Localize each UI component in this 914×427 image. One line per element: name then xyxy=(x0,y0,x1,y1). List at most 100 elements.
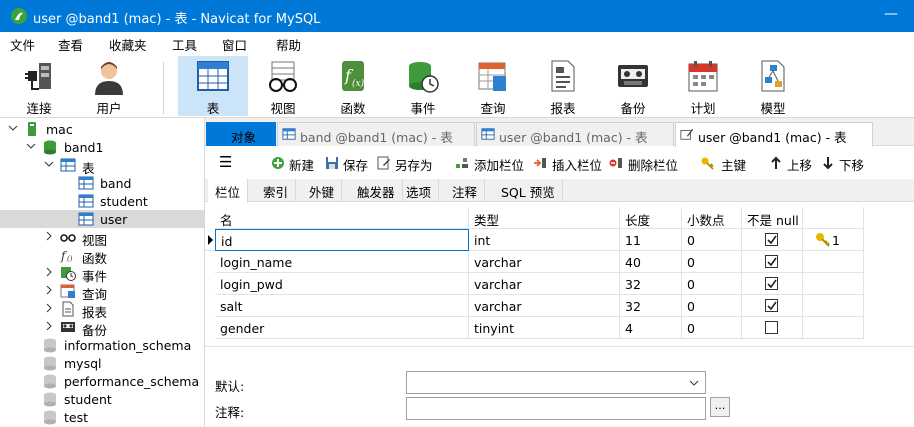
chevron-right-icon[interactable] xyxy=(44,267,54,277)
tree-table-user[interactable]: user xyxy=(0,210,204,228)
field-name-cell[interactable]: gender xyxy=(215,317,469,339)
insert-column-button[interactable]: 插入栏位 xyxy=(533,155,605,173)
toolbar-function-button[interactable]: f (x) 函数 xyxy=(318,56,388,116)
tab-user-design-active[interactable]: user @band1 (mac) - 表 xyxy=(675,122,873,147)
menu-tools[interactable]: 工具 xyxy=(172,35,197,54)
field-type-cell[interactable]: varchar xyxy=(469,295,620,317)
menu-view[interactable]: 查看 xyxy=(58,35,83,54)
toolbar-view-button[interactable]: 视图 xyxy=(248,56,318,116)
delete-column-button[interactable]: 删除栏位 xyxy=(609,155,685,173)
tree-folder-events[interactable]: 事件 xyxy=(0,264,204,284)
field-length-cell[interactable]: 11 xyxy=(620,229,682,251)
field-type-cell[interactable]: tinyint xyxy=(469,317,620,339)
comment-browse-button[interactable]: ... xyxy=(710,397,730,417)
tree-connection-mac[interactable]: mac xyxy=(0,120,204,138)
toolbar-connect-button[interactable]: 连接 xyxy=(4,56,74,116)
field-name-cell[interactable]: salt xyxy=(215,295,469,317)
field-key-cell[interactable]: 1 xyxy=(803,229,864,251)
tab-user-table[interactable]: user @band1 (mac) - 表 xyxy=(476,122,674,146)
column-header-name[interactable]: 名 xyxy=(215,207,469,229)
tree-folder-queries[interactable]: 查询 xyxy=(0,282,204,302)
field-not-null-cell[interactable] xyxy=(742,295,803,317)
tree-database-test[interactable]: test xyxy=(0,408,204,426)
default-select[interactable] xyxy=(406,371,706,394)
column-header-type[interactable]: 类型 xyxy=(469,207,620,229)
tree-table-student[interactable]: student xyxy=(0,192,204,210)
toolbar-query-button[interactable]: 查询 xyxy=(458,56,528,116)
field-type-cell[interactable]: varchar xyxy=(469,273,620,295)
not-null-checkbox[interactable] xyxy=(765,277,778,290)
field-decimals-cell[interactable]: 0 xyxy=(682,229,742,251)
toolbar-event-button[interactable]: 事件 xyxy=(388,56,458,116)
field-decimals-cell[interactable]: 0 xyxy=(682,317,742,339)
toolbar-model-button[interactable]: 模型 xyxy=(738,56,808,116)
field-length-cell[interactable]: 32 xyxy=(620,273,682,295)
not-null-checkbox[interactable] xyxy=(765,321,778,334)
new-button[interactable]: 新建 xyxy=(271,155,321,173)
tree-database-mysql[interactable]: mysql xyxy=(0,354,204,372)
chevron-right-icon[interactable] xyxy=(44,321,54,331)
subtab-sql-preview[interactable]: SQL 预览 xyxy=(494,179,563,202)
field-length-cell[interactable]: 32 xyxy=(620,295,682,317)
field-not-null-cell[interactable] xyxy=(742,251,803,273)
tree-database-performance-schema[interactable]: performance_schema xyxy=(0,372,204,390)
subtab-comments[interactable]: 注释 xyxy=(445,179,486,202)
toolbar-schedule-button[interactable]: 计划 xyxy=(668,56,738,116)
field-not-null-cell[interactable] xyxy=(742,229,803,251)
move-down-button[interactable]: 下移 xyxy=(821,155,867,173)
subtab-foreign-keys[interactable]: 外键 xyxy=(302,179,343,202)
field-decimals-cell[interactable]: 0 xyxy=(682,251,742,273)
tree-folder-backups[interactable]: 备份 xyxy=(0,318,204,338)
field-length-cell[interactable]: 4 xyxy=(620,317,682,339)
field-decimals-cell[interactable]: 0 xyxy=(682,273,742,295)
tree-folder-functions[interactable]: f() 函数 xyxy=(0,246,204,266)
toolbar-table-button[interactable]: 表 xyxy=(178,56,248,116)
tab-objects[interactable]: 对象 xyxy=(206,122,276,146)
subtab-fields[interactable]: 栏位 xyxy=(208,179,249,203)
move-up-button[interactable]: 上移 xyxy=(769,155,813,173)
primary-key-button[interactable]: 主键 xyxy=(701,155,747,173)
menu-help[interactable]: 帮助 xyxy=(276,35,301,54)
hamburger-menu-icon[interactable]: ☰ xyxy=(219,153,232,171)
field-type-cell[interactable]: varchar xyxy=(469,251,620,273)
field-not-null-cell[interactable] xyxy=(742,273,803,295)
field-key-cell[interactable] xyxy=(803,273,864,295)
field-decimals-cell[interactable]: 0 xyxy=(682,295,742,317)
tree-folder-tables[interactable]: 表 xyxy=(0,156,204,176)
chevron-down-icon[interactable] xyxy=(26,141,36,151)
comment-input[interactable] xyxy=(406,397,706,420)
save-button[interactable]: 保存 xyxy=(325,155,375,173)
chevron-right-icon[interactable] xyxy=(44,285,54,295)
field-name-cell[interactable]: login_name xyxy=(215,251,469,273)
field-name-cell[interactable]: id xyxy=(215,229,469,251)
field-key-cell[interactable] xyxy=(803,295,864,317)
chevron-right-icon[interactable] xyxy=(44,231,54,241)
subtab-triggers[interactable]: 触发器 xyxy=(350,179,403,202)
field-length-cell[interactable]: 40 xyxy=(620,251,682,273)
tree-folder-views[interactable]: 视图 xyxy=(0,228,204,248)
subtab-options[interactable]: 选项 xyxy=(399,179,440,202)
tree-database-information-schema[interactable]: information_schema xyxy=(0,336,204,354)
tree-database-band1[interactable]: band1 xyxy=(0,138,204,156)
tree-folder-reports[interactable]: 报表 xyxy=(0,300,204,320)
chevron-down-icon[interactable] xyxy=(44,159,54,169)
not-null-checkbox[interactable] xyxy=(765,233,778,246)
tree-database-student[interactable]: student xyxy=(0,390,204,408)
field-type-cell[interactable]: int xyxy=(469,229,620,251)
add-column-button[interactable]: 添加栏位 xyxy=(455,155,527,173)
menu-favorites[interactable]: 收藏夹 xyxy=(109,35,147,54)
field-name-cell[interactable]: login_pwd xyxy=(215,273,469,295)
not-null-checkbox[interactable] xyxy=(765,299,778,312)
field-not-null-cell[interactable] xyxy=(742,317,803,339)
column-header-length[interactable]: 长度 xyxy=(620,207,682,229)
field-key-cell[interactable] xyxy=(803,317,864,339)
toolbar-user-button[interactable]: 用户 xyxy=(74,56,144,116)
chevron-down-icon[interactable] xyxy=(8,123,18,133)
toolbar-report-button[interactable]: 报表 xyxy=(528,56,598,116)
menu-window[interactable]: 窗口 xyxy=(222,35,247,54)
field-key-cell[interactable] xyxy=(803,251,864,273)
toolbar-backup-button[interactable]: 备份 xyxy=(598,56,668,116)
tree-table-band[interactable]: band xyxy=(0,174,204,192)
column-header-decimals[interactable]: 小数点 xyxy=(682,207,742,229)
column-header-not-null[interactable]: 不是 null xyxy=(742,207,803,229)
